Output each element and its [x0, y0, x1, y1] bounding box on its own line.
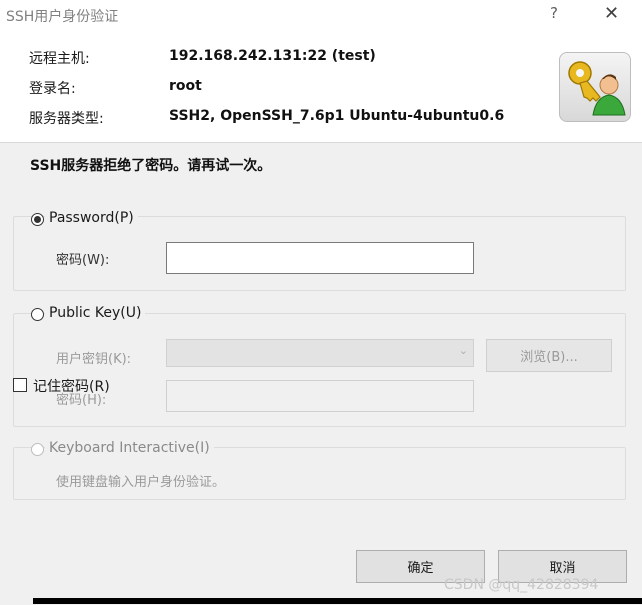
auth-panel: SSH服务器拒绝了密码。请再试一次。 Password(P) 密码(W): Pu…	[0, 142, 642, 605]
keyboard-interactive-description: 使用键盘输入用户身份验证。	[56, 475, 226, 490]
public-key-radio-label[interactable]: Public Key(U)	[45, 305, 146, 321]
keyboard-interactive-radio[interactable]	[31, 443, 44, 456]
user-key-label: 用户密钥(K):	[56, 352, 132, 367]
password-radio[interactable]	[31, 213, 44, 226]
password-input[interactable]	[166, 242, 474, 274]
login-value: root	[169, 78, 202, 94]
public-key-radio[interactable]	[31, 308, 44, 321]
remote-host-value: 192.168.242.131:22 (test)	[169, 48, 376, 64]
help-icon[interactable]: ?	[550, 4, 558, 22]
watermark: CSDN @qq_42828394	[444, 577, 599, 593]
server-type-value: SSH2, OpenSSH_7.6p1 Ubuntu-4ubuntu0.6	[169, 108, 505, 124]
password-radio-label[interactable]: Password(P)	[45, 210, 138, 226]
password-field-label: 密码(W):	[56, 253, 110, 268]
bottom-edge	[33, 598, 642, 604]
passphrase-input[interactable]	[166, 380, 474, 412]
close-icon[interactable]: ✕	[604, 3, 619, 24]
remote-host-label: 远程主机:	[29, 51, 90, 67]
login-label: 登录名:	[29, 81, 76, 97]
remember-password-label[interactable]: 记住密码(R)	[33, 376, 110, 396]
ok-button-label: 确定	[407, 561, 434, 576]
title-bar: SSH用户身份验证 ? ✕	[0, 0, 642, 30]
user-key-select[interactable]: ⌄	[166, 339, 474, 367]
window-title: SSH用户身份验证	[6, 9, 119, 25]
chevron-down-icon: ⌄	[458, 344, 468, 357]
remember-password-checkbox[interactable]	[13, 378, 27, 392]
error-message: SSH服务器拒绝了密码。请再试一次。	[30, 158, 272, 174]
cancel-button-label: 取消	[549, 561, 576, 576]
browse-button-label: 浏览(B)...	[520, 350, 578, 365]
browse-button[interactable]: 浏览(B)...	[486, 339, 612, 372]
connection-info: 远程主机: 192.168.242.131:22 (test) 登录名: roo…	[0, 30, 642, 142]
user-key-icon	[559, 52, 631, 122]
keyboard-interactive-label[interactable]: Keyboard Interactive(I)	[45, 440, 214, 456]
server-type-label: 服务器类型:	[29, 111, 104, 127]
